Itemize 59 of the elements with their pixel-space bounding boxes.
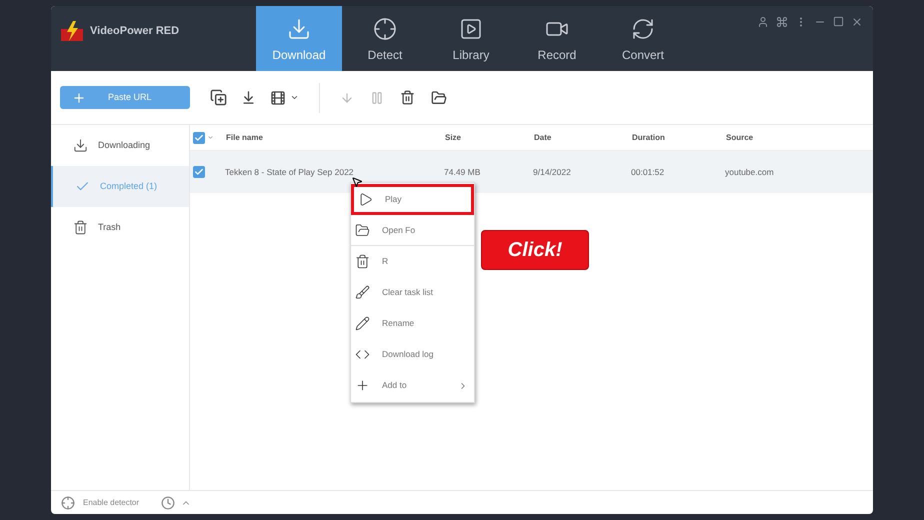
checkbox[interactable] bbox=[193, 132, 205, 144]
trash-icon[interactable] bbox=[400, 90, 415, 105]
folder-icon[interactable] bbox=[431, 90, 447, 106]
pencil-icon bbox=[355, 316, 370, 331]
caret-icon[interactable] bbox=[207, 134, 214, 141]
trash-icon bbox=[73, 220, 88, 235]
menu-item[interactable]: Rename bbox=[351, 308, 474, 339]
broom-icon bbox=[355, 285, 370, 300]
column-header[interactable]: Date bbox=[530, 132, 628, 144]
cursor-icon bbox=[351, 176, 363, 188]
film-dropdown[interactable] bbox=[270, 90, 299, 106]
click-callout: Click! bbox=[481, 230, 589, 270]
convert-icon bbox=[631, 17, 655, 41]
caret-icon bbox=[290, 93, 299, 102]
table-cell: 00:01:52 bbox=[631, 166, 664, 177]
folder-icon bbox=[355, 222, 370, 238]
sidebar-item[interactable]: Downloading bbox=[51, 125, 189, 166]
sidebar-item[interactable]: Trash bbox=[51, 207, 189, 248]
batch-download-icon[interactable] bbox=[210, 89, 227, 106]
trash-icon bbox=[355, 254, 370, 269]
plus-icon bbox=[355, 378, 370, 393]
plus-icon bbox=[72, 90, 86, 104]
app-title: VideoPower RED bbox=[90, 24, 180, 39]
checkbox[interactable] bbox=[193, 166, 205, 178]
nav-tab[interactable]: Library bbox=[428, 6, 514, 71]
menu-item[interactable]: Play bbox=[351, 184, 474, 215]
menu-item[interactable]: Clear task list bbox=[351, 277, 474, 308]
download-icon bbox=[73, 138, 88, 153]
table-cell: 9/14/2022 bbox=[533, 166, 571, 177]
detector-icon[interactable] bbox=[61, 496, 75, 510]
menu-item[interactable]: Open Fo bbox=[351, 215, 474, 246]
lightning-logo-icon bbox=[60, 20, 84, 42]
table-row[interactable]: Tekken 8 - State of Play Sep 2022 74.49 MB 9/14/2022 00:01:52 youtube.com bbox=[190, 151, 873, 193]
library-icon bbox=[459, 17, 483, 41]
column-header[interactable]: Source bbox=[722, 132, 873, 144]
detect-icon bbox=[373, 17, 397, 41]
column-header[interactable]: Duration bbox=[628, 132, 722, 144]
film-icon bbox=[270, 90, 286, 106]
column-header[interactable]: Size bbox=[441, 132, 530, 144]
close-icon[interactable] bbox=[851, 16, 863, 28]
clock-icon[interactable] bbox=[161, 496, 176, 510]
user-icon[interactable] bbox=[757, 16, 769, 28]
menu-item[interactable]: Download log bbox=[351, 339, 474, 370]
column-header[interactable]: File name bbox=[222, 132, 441, 144]
maximize-icon[interactable] bbox=[833, 16, 844, 27]
enable-detector-label[interactable]: Enable detector bbox=[83, 496, 140, 508]
nav-tab[interactable]: Convert bbox=[600, 6, 686, 71]
download-icon[interactable] bbox=[241, 90, 256, 105]
command-icon[interactable] bbox=[776, 16, 788, 28]
nav-tab[interactable]: Download bbox=[256, 6, 342, 71]
download-icon bbox=[287, 17, 311, 41]
table-cell: Tekken 8 - State of Play Sep 2022 bbox=[225, 166, 354, 177]
menu-item[interactable]: Add to bbox=[351, 370, 474, 401]
table-cell: 74.49 MB bbox=[444, 166, 480, 177]
nav-tab[interactable]: Record bbox=[514, 6, 600, 71]
nav-tab[interactable]: Detect bbox=[342, 6, 428, 71]
table-cell: youtube.com bbox=[725, 166, 774, 177]
play-icon bbox=[358, 192, 373, 207]
menu-item[interactable]: R bbox=[351, 246, 474, 277]
